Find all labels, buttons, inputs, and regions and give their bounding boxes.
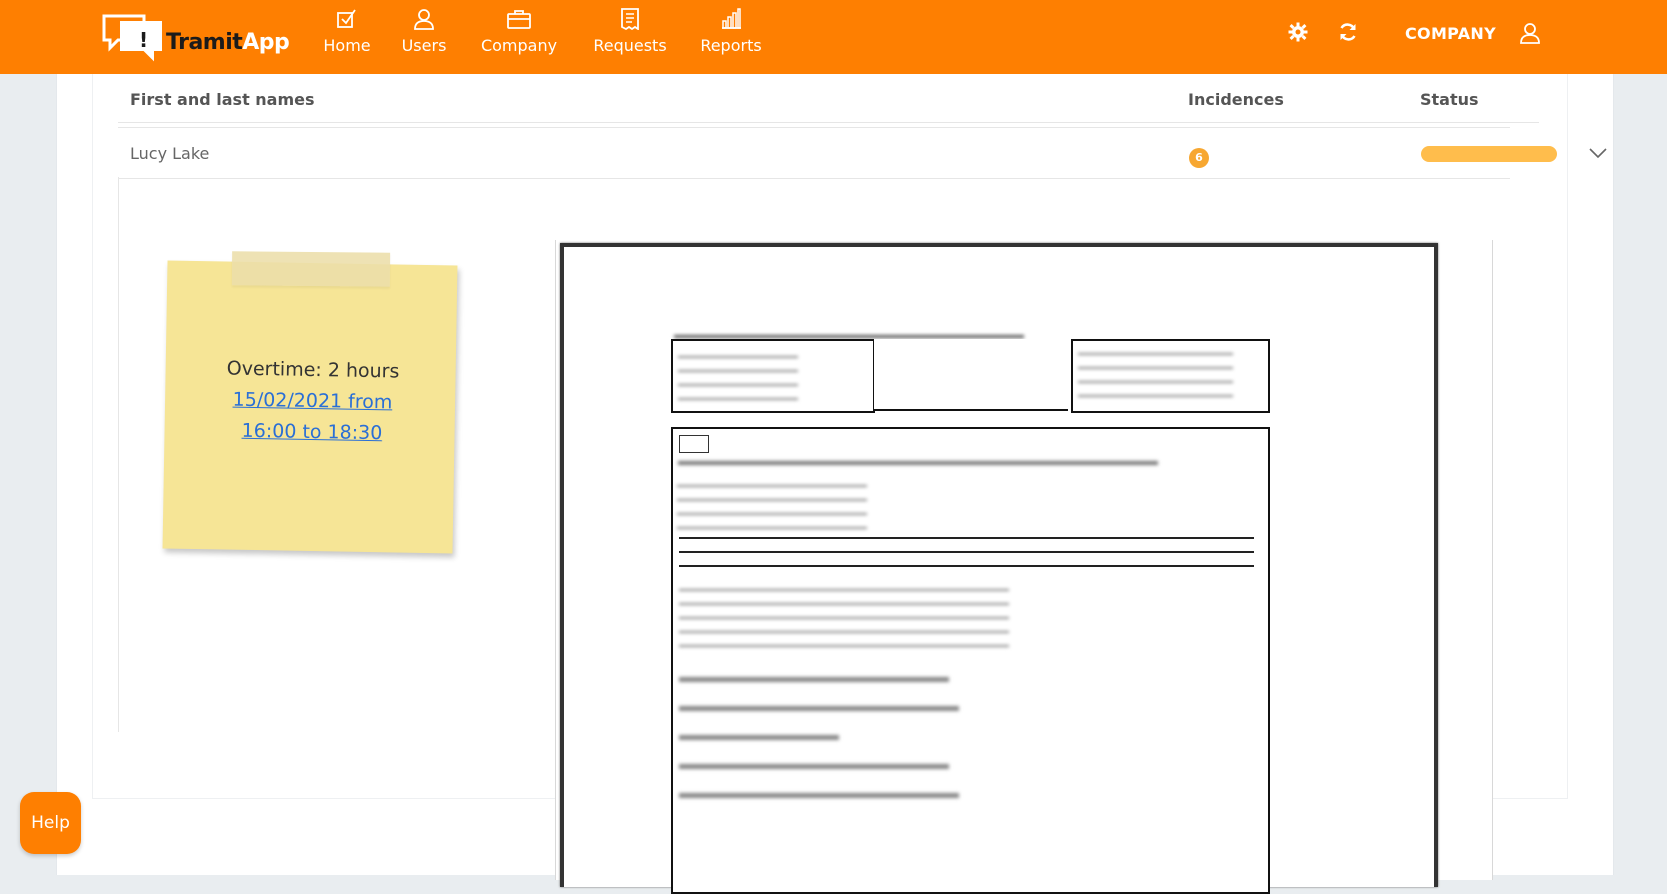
note-tape (231, 251, 391, 287)
table-header: First and last names Incidences Status (118, 74, 1539, 123)
briefcase-icon (474, 8, 564, 34)
help-button[interactable]: Help (20, 792, 81, 854)
nav-requests-label: Requests (593, 36, 667, 55)
bar-chart-icon (693, 8, 769, 34)
nav-reports[interactable]: Reports (693, 8, 769, 66)
note-overtime: Overtime: 2 hours (226, 357, 400, 383)
user-icon (398, 8, 450, 34)
nav-home[interactable]: Home (316, 8, 378, 66)
chevron-down-icon[interactable] (1589, 146, 1607, 164)
document-page-image (560, 243, 1438, 894)
svg-text:!: ! (139, 28, 148, 52)
note-content: Overtime: 2 hours 15/02/2021 from 16:00 t… (164, 352, 461, 450)
header-status[interactable]: Status (1420, 90, 1479, 109)
header-incidences[interactable]: Incidences (1188, 90, 1284, 109)
company-menu-button[interactable]: COMPANY (1405, 24, 1496, 43)
account-icon[interactable] (1519, 22, 1541, 49)
checkbox-icon (316, 8, 378, 34)
note-date-link[interactable]: 15/02/2021 from 16:00 to 18:30 (164, 383, 460, 450)
nav-users[interactable]: Users (398, 8, 450, 66)
logo[interactable]: ! TramitApp (101, 10, 290, 64)
header-names[interactable]: First and last names (130, 90, 315, 109)
brand-name: TramitApp (166, 30, 290, 55)
incidences-badge: 6 (1189, 148, 1209, 168)
nav-requests[interactable]: Requests (585, 8, 675, 66)
nav-company-label: Company (480, 36, 558, 55)
nav-company[interactable]: Company (474, 8, 564, 66)
table-row[interactable]: Lucy Lake 6 (118, 127, 1607, 179)
chat-bubbles-icon: ! (102, 14, 162, 62)
receipt-icon (585, 8, 675, 34)
nav-home-label: Home (323, 36, 371, 55)
nav-users-label: Users (401, 36, 447, 55)
gear-icon[interactable] (1288, 22, 1308, 47)
nav-reports-label: Reports (700, 36, 762, 55)
refresh-icon[interactable] (1338, 22, 1358, 47)
status-indicator (1421, 146, 1557, 162)
row-name: Lucy Lake (130, 144, 210, 163)
top-navbar: ! TramitApp Home Users Company Requests … (0, 0, 1667, 74)
